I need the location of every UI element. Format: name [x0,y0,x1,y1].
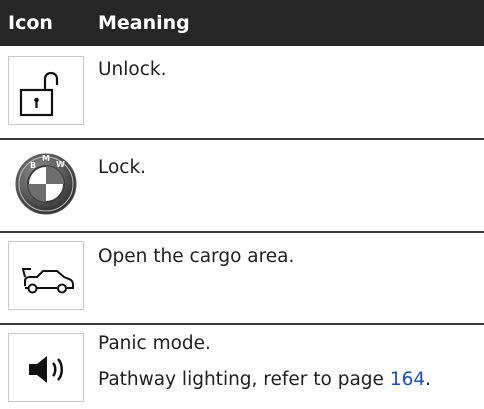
svg-text:B: B [30,161,36,170]
car-trunk-icon [8,241,84,310]
header-icon-column: Icon [8,12,53,34]
row-meaning: Unlock. [98,59,167,80]
bmw-logo-lock-icon: B M W [8,150,84,219]
row-divider [0,323,484,325]
horn-speaker-icon [8,333,84,402]
unlock-icon [8,56,84,125]
icon-meaning-table: Icon Meaning Unlock. B M W Lock. Open th… [0,0,484,409]
svg-text:W: W [56,160,65,169]
row-meaning-line2: Pathway lighting, refer to page 164. [98,368,431,392]
table-header: Icon Meaning [0,0,484,46]
header-meaning-column: Meaning [98,12,190,34]
row-divider [0,138,484,140]
row-divider [0,231,484,233]
meaning-text-suffix: . [425,369,432,390]
row-meaning: Open the cargo area. [98,246,295,267]
row-meaning: Lock. [98,157,147,178]
svg-text:M: M [42,154,50,163]
row-meaning: Panic mode. [98,333,211,354]
meaning-text: Pathway lighting, refer to page [98,369,390,390]
page-reference-link[interactable]: 164 [390,369,425,390]
